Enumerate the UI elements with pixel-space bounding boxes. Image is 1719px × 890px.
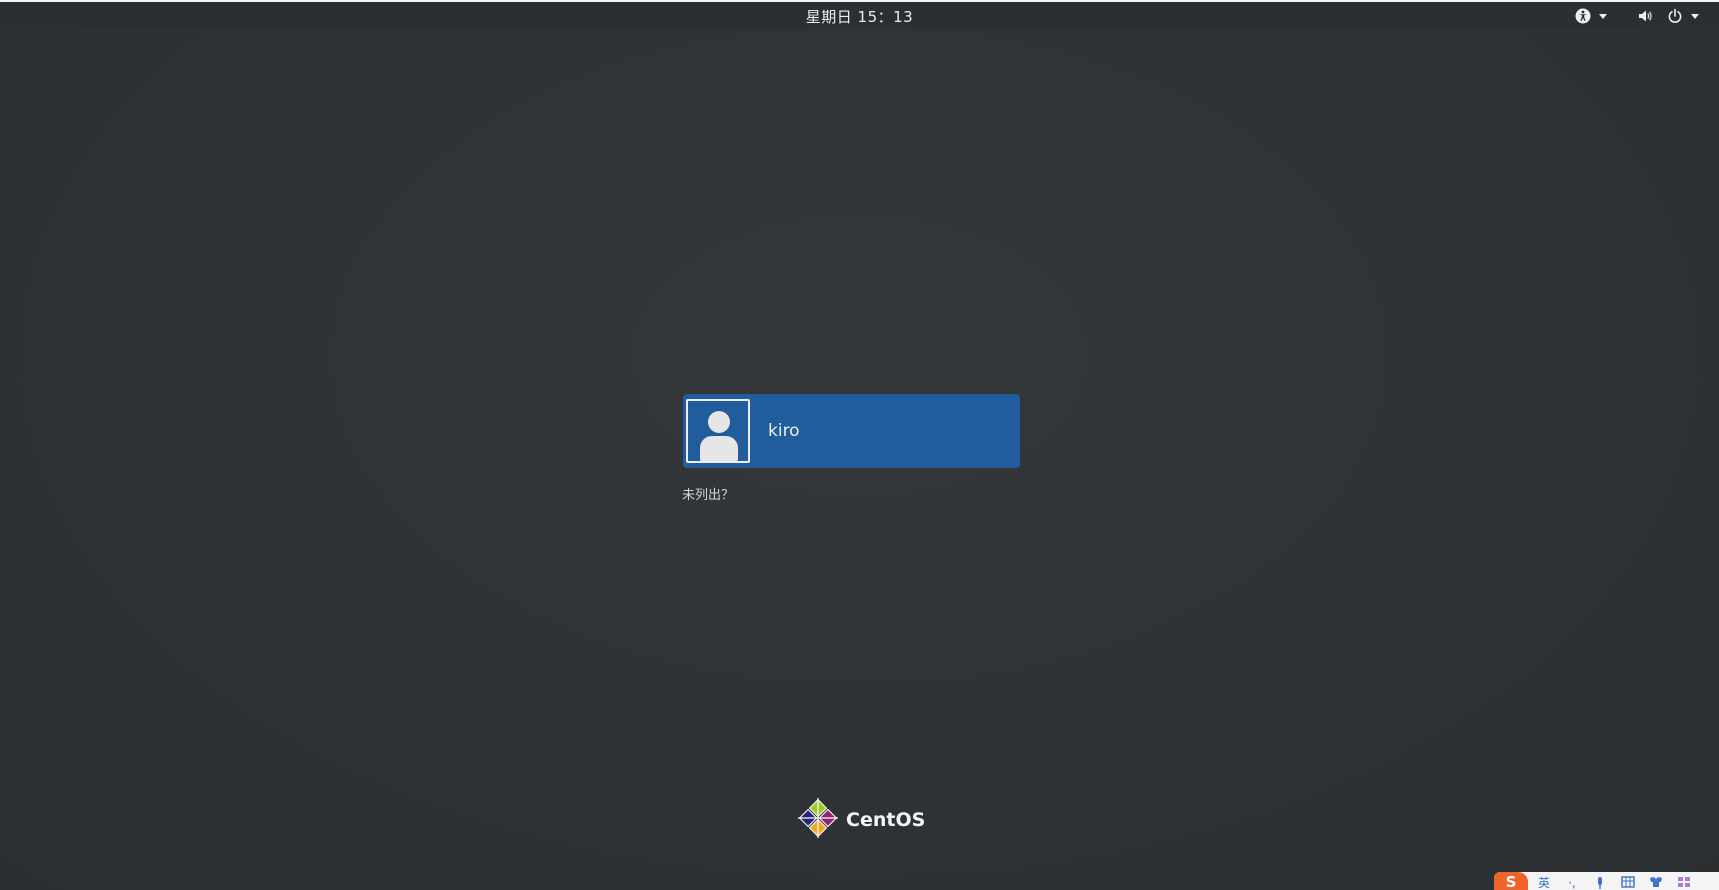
ime-toolbar: S 英 ·, xyxy=(1494,872,1719,890)
keyboard-icon[interactable] xyxy=(1616,876,1640,890)
chevron-down-icon xyxy=(1599,13,1607,19)
clock[interactable]: 星期日 15：13 xyxy=(0,6,1719,27)
ime-logo-button[interactable]: S xyxy=(1494,872,1528,890)
avatar xyxy=(686,399,750,463)
centos-emblem-icon xyxy=(796,796,840,844)
centos-logo: CentOS xyxy=(796,796,925,844)
user-list-item[interactable]: kiro xyxy=(683,394,1020,468)
not-listed-link[interactable]: 未列出？ xyxy=(682,484,734,503)
microphone-icon[interactable] xyxy=(1588,876,1612,890)
skin-icon[interactable] xyxy=(1644,876,1668,890)
chevron-down-icon xyxy=(1691,13,1699,19)
accessibility-menu-button[interactable] xyxy=(1569,5,1613,27)
accessibility-icon xyxy=(1575,8,1591,24)
system-menu-button[interactable] xyxy=(1631,5,1705,27)
user-name: kiro xyxy=(768,421,800,441)
system-tray xyxy=(1569,5,1705,27)
user-silhouette-icon xyxy=(708,411,730,433)
ime-mode-toggle[interactable]: 英 xyxy=(1532,876,1556,890)
login-screen: 星期日 15：13 kiro 未列出？ CentOS S 英 ·, xyxy=(0,0,1719,890)
punctuation-icon[interactable]: ·, xyxy=(1560,876,1584,890)
logo-text: CentOS xyxy=(846,809,926,831)
top-bar: 星期日 15：13 xyxy=(0,2,1719,28)
grid-icon[interactable] xyxy=(1672,876,1696,890)
volume-icon xyxy=(1637,8,1653,24)
power-icon xyxy=(1667,8,1683,24)
